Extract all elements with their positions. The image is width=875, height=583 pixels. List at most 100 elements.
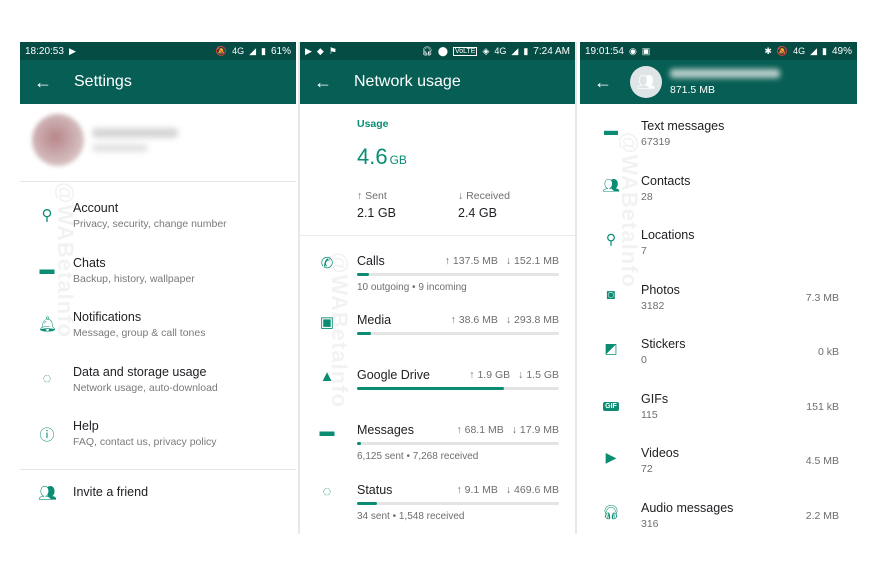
network-item-sent: 137.5 MB [452, 255, 498, 267]
network-type: 4G [232, 46, 245, 56]
status-bar: ▶ ◆ ⚑ 🎧︎ ⬤ VoLTE ◈ 4G ◢ ▮ 7:24 AM [300, 42, 575, 60]
network-item-title: Calls [357, 254, 385, 268]
wifi-icon: ◈ [482, 45, 490, 56]
download-arrow-icon: ↓ [505, 255, 512, 267]
headphones-icon: 🎧︎ [602, 503, 620, 520]
storage-item-count: 72 [641, 463, 653, 475]
app-bar: ← Network usage [300, 60, 575, 104]
network-item-sent: 9.1 MB [464, 484, 498, 496]
settings-item-data-storage[interactable]: ◌ Data and storage usage Network usage, … [20, 356, 296, 411]
bluetooth-icon: ✱ [764, 45, 772, 56]
status-time: 19:01:54 [585, 45, 624, 57]
network-item-stats: ↑ 137.5 MB ↓ 152.1 MB [437, 255, 559, 267]
back-arrow-icon[interactable]: ← [34, 73, 54, 91]
network-item-title: Messages [357, 423, 414, 437]
avatar [32, 114, 84, 166]
status-time: 7:24 AM [533, 45, 570, 57]
back-arrow-icon[interactable]: ← [594, 73, 614, 91]
storage-item-title: Locations [641, 228, 695, 242]
settings-item-subtitle: Message, group & call tones [73, 327, 206, 339]
settings-item-subtitle: Network usage, auto-download [73, 381, 218, 394]
watermark: @WABetaInfo [327, 252, 352, 408]
storage-item-title: Photos [641, 282, 680, 297]
network-item-progress [357, 502, 559, 505]
group-name-blurred [670, 69, 780, 78]
storage-item-size: 4.5 MB [805, 455, 839, 467]
storage-item-title: Text messages [641, 119, 725, 133]
settings-item-title: Notifications [73, 310, 142, 324]
help-icon: ⓘ [39, 427, 55, 444]
people-icon: 👥︎ [38, 484, 58, 502]
network-item-sent: 38.6 MB [458, 314, 498, 326]
watermark: @WABetaInfo [53, 182, 78, 338]
network-item-messages: ▬ Messages ↑ 68.1 MB ↓ 17.9 MB 6,125 sent… [300, 411, 575, 471]
storage-item-count: 316 [641, 517, 659, 530]
watermark: @WABetaInfo [617, 132, 642, 288]
settings-item-title: Account [73, 201, 119, 215]
download-arrow-icon: ↓ [505, 314, 512, 326]
storage-item-stickers: ◩ Stickers 0 0 kB [580, 328, 857, 383]
network-type: 4G [793, 46, 806, 56]
back-arrow-icon[interactable]: ← [314, 73, 334, 91]
network-item-subtitle: 10 outgoing • 9 incoming [357, 282, 467, 293]
headset-icon: 🎧︎ [421, 45, 433, 56]
storage-item-title: Videos [641, 446, 679, 460]
network-item-sent: 68.1 MB [464, 424, 504, 436]
storage-item-count: 67319 [641, 136, 671, 148]
network-item-received: 1.5 GB [526, 369, 559, 381]
message-icon: ▬ [319, 423, 335, 440]
network-item-stats: ↑ 9.1 MB ↓ 469.6 MB [448, 484, 559, 496]
storage-item-count: 3182 [641, 299, 665, 312]
network-item-progress [357, 332, 559, 335]
storage-item-title: Contacts [641, 173, 691, 188]
storage-item-count: 115 [641, 408, 658, 421]
status-bar: 19:01:54 ◉ ▣ ✱ 🔕 4G ◢ ▮ 49% [580, 42, 857, 60]
volte-indicator: VoLTE [452, 46, 478, 56]
camera-icon: ◙ [606, 285, 616, 302]
download-arrow-icon: ↓ [518, 369, 524, 381]
progress-fill [357, 502, 378, 505]
sent-value: 2.1 GB [357, 206, 396, 220]
upload-arrow-icon: ↑ [456, 484, 462, 496]
network-item-stats: ↑ 68.1 MB ↓ 17.9 MB [448, 424, 559, 436]
settings-item-subtitle: FAQ, contact us, privacy policy [73, 436, 217, 448]
profile-header[interactable] [20, 104, 296, 182]
upload-arrow-icon: ↑ [444, 255, 450, 267]
group-avatar: 👥︎ [630, 66, 662, 98]
battery-icon: ▮ [523, 45, 529, 56]
network-item-progress [357, 387, 559, 390]
progress-fill [357, 387, 505, 390]
upload-arrow-icon: ↑ [456, 424, 462, 436]
image-notification-icon: ▣ [641, 45, 651, 56]
status-icon: ◌ [322, 483, 332, 500]
page-title: Network usage [354, 73, 461, 90]
settings-item-subtitle: Privacy, security, change number [73, 218, 227, 230]
sticker-icon: ◩ [604, 340, 618, 356]
download-arrow-icon: ↓ [505, 484, 512, 496]
usage-label: Usage [357, 118, 389, 130]
network-item-title: Status [357, 483, 393, 497]
storage-item-size: 0 kB [817, 346, 839, 358]
progress-fill [357, 273, 370, 276]
network-item-title: Google Drive [357, 368, 430, 382]
usage-summary: Usage 4.6 GB ↑ Sent 2.1 GB ↓ Received 2.4… [300, 104, 575, 236]
battery-icon: ▮ [261, 45, 266, 56]
mute-icon: 🔕 [776, 45, 789, 56]
network-type: 4G [494, 46, 507, 56]
network-item-progress [357, 442, 559, 445]
battery-level: 49% [831, 45, 852, 57]
page-title: Settings [74, 73, 132, 90]
storage-item-title: Audio messages [641, 500, 734, 515]
received-total: ↓ Received 2.4 GB [458, 190, 510, 220]
storage-item-title: GIFs [641, 391, 669, 406]
settings-item-help[interactable]: ⓘ Help FAQ, contact us, privacy policy [20, 410, 296, 465]
network-item-title: Media [357, 313, 392, 327]
storage-item-count: 28 [641, 190, 653, 203]
settings-item-title: Invite a friend [73, 484, 149, 499]
network-item-status: ◌ Status ↑ 9.1 MB ↓ 469.6 MB 34 sent • 1,… [300, 471, 575, 530]
app-bar: ← Settings [20, 60, 296, 104]
network-item-sent: 1.9 GB [477, 369, 511, 381]
invite-friend-item[interactable]: 👥︎ Invite a friend [20, 470, 296, 514]
download-arrow-icon: ↓ [511, 424, 517, 436]
signal-icon: ◢ [511, 45, 519, 56]
